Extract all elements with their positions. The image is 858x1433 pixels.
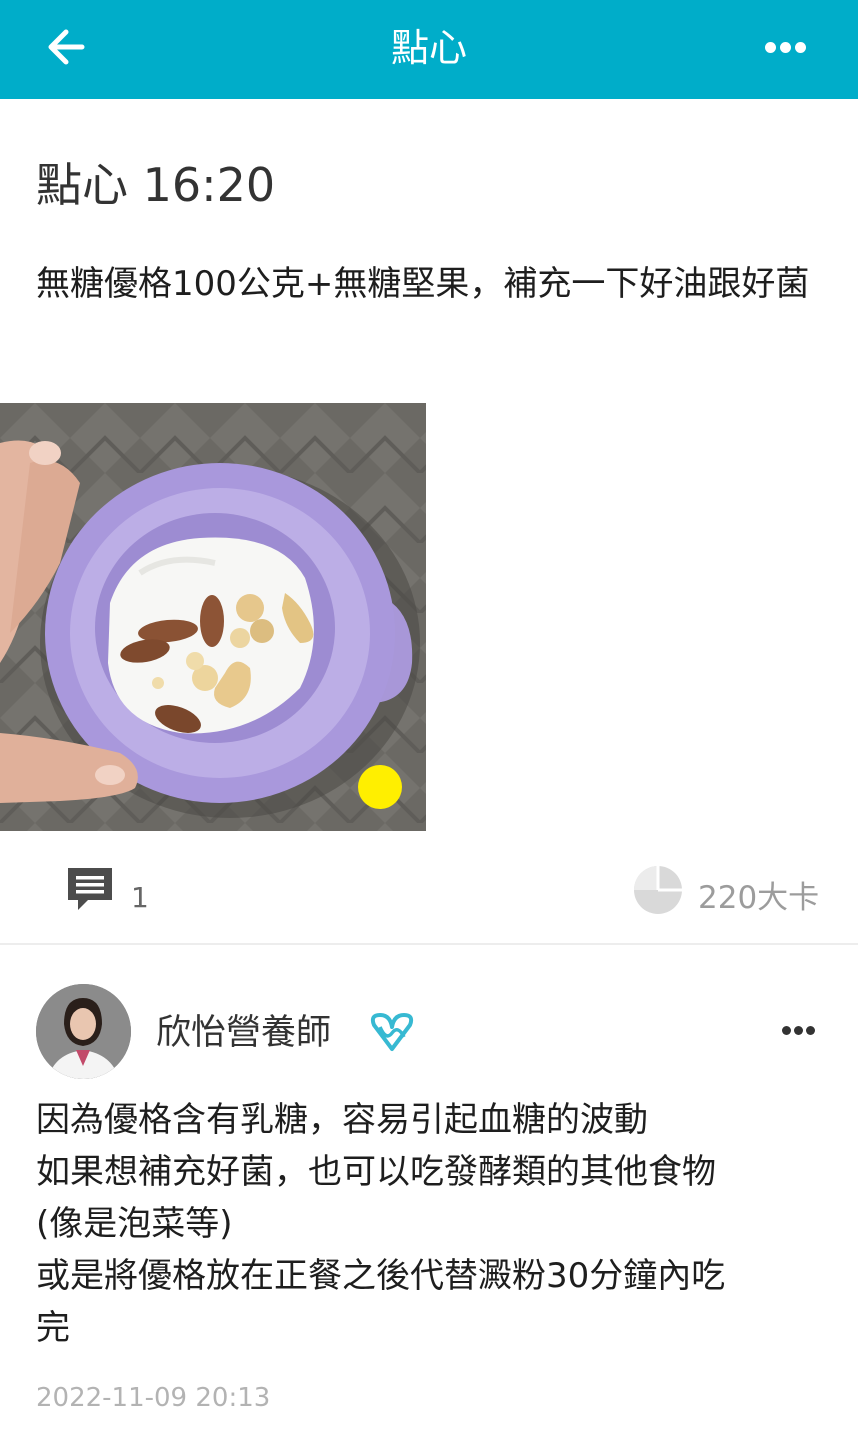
more-horizontal-icon (782, 1026, 791, 1035)
page-title: 點心 (390, 26, 467, 70)
divider (0, 943, 858, 945)
comment-timestamp: 2022-11-09 20:13 (36, 1383, 271, 1413)
post-title: 點心 16:20 (36, 158, 276, 212)
comment-more-button[interactable] (780, 1022, 816, 1040)
food-photo-yogurt-nuts (0, 403, 426, 831)
more-dot (780, 42, 791, 53)
comment-count: 1 (131, 881, 149, 914)
comment-text: 因為優格含有乳糖，容易引起血糖的波動 如果想補充好菌，也可以吃發酵類的其他食物 … (36, 1094, 826, 1354)
post-stats: 1 220大卡 (0, 846, 858, 944)
app-bar: 點心 (0, 0, 858, 99)
calorie-text: 220大卡 (698, 880, 820, 916)
post-description: 無糖優格100公克+無糖堅果，補充一下好油跟好菌 (36, 264, 810, 304)
more-options-button[interactable] (762, 36, 808, 60)
more-dot (795, 42, 806, 53)
avatar[interactable] (36, 984, 131, 1079)
comment-icon (68, 868, 112, 910)
avatar-image (36, 984, 131, 1079)
comment-line: (像是泡菜等) (36, 1204, 233, 1244)
more-horizontal-icon (765, 42, 776, 53)
comment-line: 或是將優格放在正餐之後代替澱粉30分鐘內吃 (36, 1256, 726, 1296)
calorie-pie-icon (632, 864, 684, 916)
comment-button[interactable] (64, 864, 116, 914)
comment-author-name[interactable]: 欣怡營養師 (156, 1010, 331, 1056)
food-photo[interactable] (0, 403, 426, 831)
comment-line: 因為優格含有乳糖，容易引起血糖的波動 (36, 1100, 648, 1140)
more-dot (806, 1026, 815, 1035)
dietitian-badge-icon (366, 1011, 418, 1053)
comment-line: 如果想補充好菌，也可以吃發酵類的其他食物 (36, 1152, 716, 1192)
more-dot (794, 1026, 803, 1035)
comment-line: 完 (36, 1308, 70, 1348)
